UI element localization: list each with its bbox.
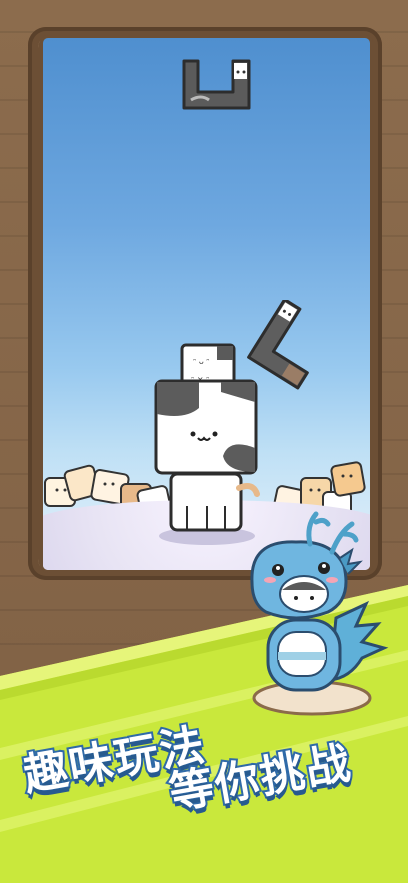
falling-l-block[interactable]	[181, 58, 253, 112]
dragon-mascot	[250, 511, 389, 716]
game-board[interactable]: ᵔ ᴗ ᵔ ᵔ × ᵔ	[40, 35, 373, 573]
svg-text:ᵔ ᴗ ᵔ: ᵔ ᴗ ᵔ	[193, 357, 210, 366]
